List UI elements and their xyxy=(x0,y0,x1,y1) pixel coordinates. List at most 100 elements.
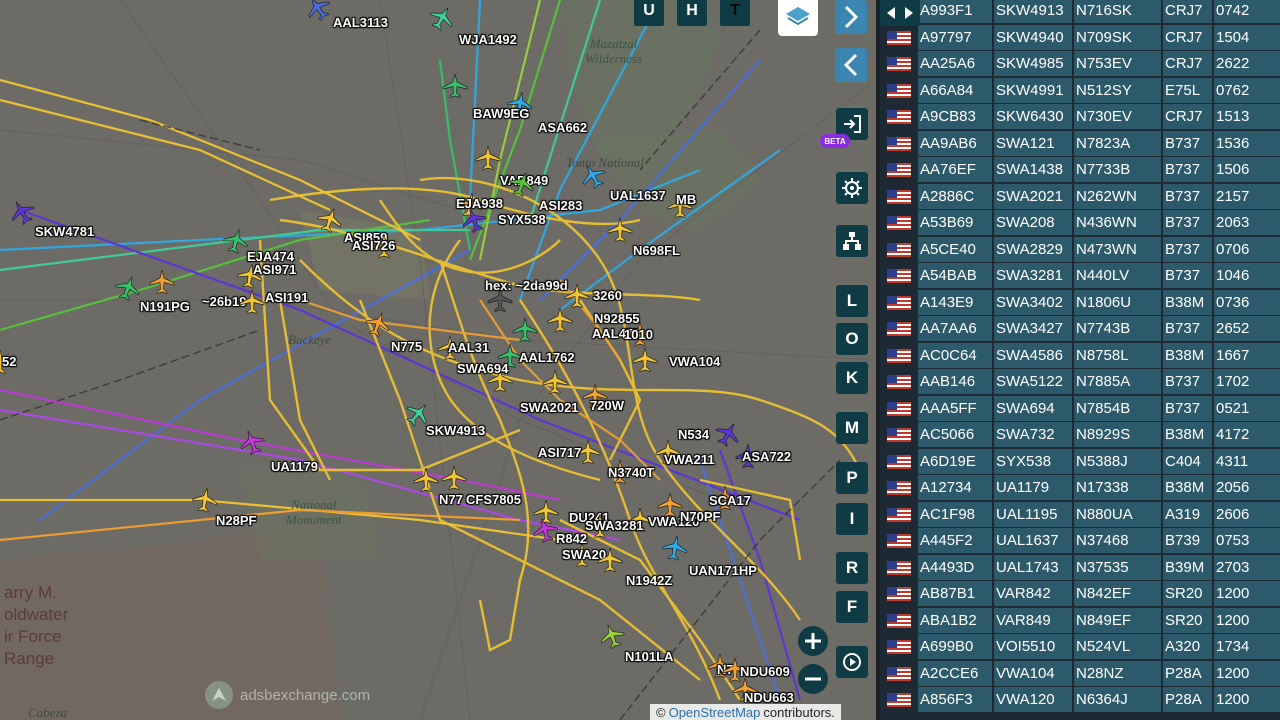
aircraft-label[interactable]: UA1179 xyxy=(271,459,318,474)
aircraft-label[interactable]: N70PF xyxy=(680,509,720,524)
aircraft-label[interactable]: hex: ~2da99d xyxy=(485,278,568,293)
table-row[interactable]: AA9AB6 SWA121 N7823A B737 1536 xyxy=(880,130,1280,156)
aircraft-marker[interactable] xyxy=(305,0,331,21)
table-row[interactable]: A445F2 UAL1637 N37468 B739 0753 xyxy=(880,528,1280,553)
table-row[interactable]: A4493D UAL1743 N37535 B39M 2703 xyxy=(880,554,1280,580)
table-row[interactable]: A97797 SKW4940 N709SK CRJ7 1504 xyxy=(880,24,1280,50)
aircraft-label[interactable]: 52 xyxy=(2,354,16,369)
replay-button[interactable] xyxy=(836,646,868,678)
table-row[interactable]: AC1F98 UAL1195 N880UA A319 2606 xyxy=(880,501,1280,527)
aircraft-label[interactable]: UAL1637 xyxy=(610,188,666,203)
layers-button[interactable] xyxy=(778,0,818,36)
aircraft-label[interactable]: N28PF xyxy=(216,513,256,528)
toggle-i-button[interactable]: I xyxy=(836,503,868,535)
aircraft-label[interactable]: SWA2021 xyxy=(520,400,579,415)
table-row[interactable]: A5CE40 SWA2829 N473WN B737 0706 xyxy=(880,236,1280,262)
openstreetmap-link[interactable]: OpenStreetMap xyxy=(669,705,761,720)
aircraft-marker[interactable] xyxy=(442,73,468,99)
aircraft-label[interactable]: ASI283 xyxy=(539,198,582,213)
aircraft-label[interactable]: SYX538 xyxy=(498,212,546,227)
aircraft-marker[interactable] xyxy=(475,145,501,171)
aircraft-marker[interactable] xyxy=(223,228,249,254)
toggle-o-button[interactable]: O xyxy=(836,323,868,355)
aircraft-marker[interactable] xyxy=(599,623,625,650)
table-row[interactable]: AB87B1 VAR842 N842EF SR20 1200 xyxy=(880,581,1280,606)
aircraft-marker[interactable] xyxy=(547,307,573,333)
zoom-in-button[interactable] xyxy=(798,626,828,656)
aircraft-marker[interactable] xyxy=(532,517,558,543)
aircraft-label[interactable]: R842 xyxy=(556,531,587,546)
table-row[interactable]: A53B69 SWA208 N436WN B737 2063 xyxy=(880,210,1280,235)
aircraft-label[interactable]: ASI726 xyxy=(352,238,395,253)
aircraft-marker[interactable] xyxy=(115,275,141,302)
aircraft-label[interactable]: AAL31 xyxy=(448,340,489,355)
aircraft-label[interactable]: ASI971 xyxy=(253,262,296,277)
expand-panel-button[interactable] xyxy=(835,0,867,34)
table-row[interactable]: A2CCE6 VWA104 N28NZ P28A 1200 xyxy=(880,660,1280,686)
aircraft-marker[interactable] xyxy=(429,5,455,32)
aircraft-label[interactable]: N534 xyxy=(678,427,709,442)
aircraft-label[interactable]: NDU663 xyxy=(744,690,794,705)
table-row[interactable]: AAB146 SWA5122 N7885A B737 1702 xyxy=(880,369,1280,394)
collapse-panel-button[interactable] xyxy=(835,48,867,82)
aircraft-label[interactable]: N698FL xyxy=(633,243,680,258)
aircraft-marker[interactable] xyxy=(9,199,35,226)
toggle-f-button[interactable]: F xyxy=(836,591,868,623)
toggle-h-button[interactable]: H xyxy=(677,0,707,26)
filter-tree-button[interactable] xyxy=(836,225,868,257)
aircraft-label[interactable]: ASA662 xyxy=(538,120,587,135)
aircraft-label[interactable]: N1942Z xyxy=(626,573,672,588)
aircraft-marker[interactable] xyxy=(192,487,218,513)
aircraft-marker[interactable] xyxy=(461,207,487,234)
toggle-t-button[interactable]: T xyxy=(720,0,750,26)
table-row[interactable]: A699B0 VOI5510 N524VL A320 1734 xyxy=(880,634,1280,659)
aircraft-label[interactable]: SCA17 xyxy=(709,493,751,508)
aircraft-label[interactable]: N101LA xyxy=(625,649,673,664)
aircraft-marker[interactable] xyxy=(239,289,265,315)
aircraft-label[interactable]: AAL1762 xyxy=(519,350,575,365)
aircraft-label[interactable]: N191PG xyxy=(140,299,190,314)
table-row[interactable]: A12734 UA1179 N17338 B38M 2056 xyxy=(880,475,1280,500)
table-row[interactable]: A54BAB SWA3281 N440LV B737 1046 xyxy=(880,263,1280,288)
aircraft-marker[interactable] xyxy=(509,171,535,198)
aircraft-marker[interactable] xyxy=(607,217,633,243)
zoom-out-button[interactable] xyxy=(798,664,828,694)
aircraft-marker[interactable] xyxy=(441,465,467,491)
table-row[interactable]: AAA5FF SWA694 N7854B B737 0521 xyxy=(880,395,1280,421)
aircraft-marker[interactable] xyxy=(597,547,623,573)
table-row[interactable]: A9CB83 SKW6430 N730EV CRJ7 1513 xyxy=(880,104,1280,129)
aircraft-marker[interactable] xyxy=(149,269,175,295)
table-row[interactable]: AC5066 SWA732 N8929S B38M 4172 xyxy=(880,422,1280,447)
aircraft-marker[interactable] xyxy=(365,311,391,338)
resize-handle[interactable] xyxy=(880,0,920,26)
table-row[interactable]: AA25A6 SKW4985 N753EV CRJ7 2622 xyxy=(880,51,1280,76)
aircraft-label[interactable]: AAL3113 xyxy=(333,15,388,30)
table-row[interactable]: A66A84 SKW4991 N512SY E75L 0762 xyxy=(880,77,1280,103)
toggle-l-button[interactable]: L xyxy=(836,285,868,317)
aircraft-label[interactable]: N3740T xyxy=(608,465,654,480)
aircraft-label[interactable]: N775 xyxy=(391,339,422,354)
toggle-u-button[interactable]: U xyxy=(634,0,664,26)
aircraft-marker[interactable] xyxy=(512,317,538,343)
toggle-k-button[interactable]: K xyxy=(836,362,868,394)
table-row[interactable]: A2886C SWA2021 N262WN B737 2157 xyxy=(880,183,1280,209)
aircraft-marker[interactable] xyxy=(317,207,343,234)
aircraft-marker[interactable] xyxy=(662,535,688,561)
aircraft-marker[interactable] xyxy=(564,283,590,309)
toggle-r-button[interactable]: R xyxy=(836,552,868,584)
aircraft-label[interactable]: VWA211 xyxy=(664,452,715,467)
settings-button[interactable] xyxy=(836,172,868,204)
aircraft-label[interactable]: 720W xyxy=(590,398,624,413)
table-row[interactable]: AA7AA6 SWA3427 N7743B B737 2652 xyxy=(880,316,1280,341)
aircraft-label[interactable]: MB xyxy=(676,192,696,207)
aircraft-label[interactable]: SWA694 xyxy=(457,361,508,376)
aircraft-label[interactable]: ASA722 xyxy=(742,449,791,464)
aircraft-marker[interactable] xyxy=(580,163,606,190)
aircraft-marker[interactable] xyxy=(239,429,265,456)
aircraft-marker[interactable] xyxy=(413,467,439,493)
aircraft-label[interactable]: UAN171HP xyxy=(689,563,757,578)
table-row[interactable]: A856F3 VWA120 N6364J P28A 1200 xyxy=(880,687,1280,712)
toggle-p-button[interactable]: P xyxy=(836,462,868,494)
aircraft-label[interactable]: ASI191 xyxy=(265,290,308,305)
aircraft-label[interactable]: ASI717 xyxy=(538,445,581,460)
